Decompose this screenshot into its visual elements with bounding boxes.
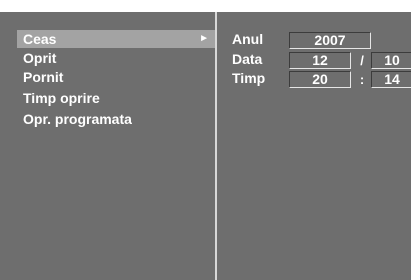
time-hour-field[interactable]: 20 (289, 71, 351, 88)
submenu-arrow-icon: ► (199, 33, 209, 44)
time-minute-field[interactable]: 14 (371, 71, 411, 88)
clock-settings-panel: Anul 2007 Data 12 / 10 Timp 20 : 14 (217, 12, 411, 280)
menu-item-label: Ceas (23, 31, 57, 47)
date-month-field[interactable]: 10 (371, 52, 411, 69)
year-label: Anul (232, 31, 264, 47)
menu-item-opr-programata[interactable]: Opr. programata (17, 110, 215, 128)
menu-item-label: Opr. programata (23, 111, 132, 127)
menu-item-label: Timp oprire (23, 90, 100, 106)
time-label: Timp (232, 70, 266, 86)
menu-item-label: Pornit (23, 69, 64, 85)
date-day-field[interactable]: 12 (289, 52, 351, 69)
tv-menu-screen: Ceas ► Oprit Pornit Timp oprire Opr. pro… (0, 12, 411, 280)
menu-item-label: Oprit (23, 50, 57, 66)
menu-item-ceas[interactable]: Ceas ► (17, 30, 215, 48)
date-separator: / (360, 53, 364, 68)
menu-item-oprit[interactable]: Oprit (17, 49, 215, 67)
menu-panel: Ceas ► Oprit Pornit Timp oprire Opr. pro… (0, 12, 215, 280)
menu-item-timp-oprire[interactable]: Timp oprire (17, 89, 215, 107)
date-label: Data (232, 51, 263, 67)
menu-item-pornit[interactable]: Pornit (17, 68, 215, 86)
time-separator: : (359, 72, 365, 87)
year-field[interactable]: 2007 (289, 32, 371, 49)
